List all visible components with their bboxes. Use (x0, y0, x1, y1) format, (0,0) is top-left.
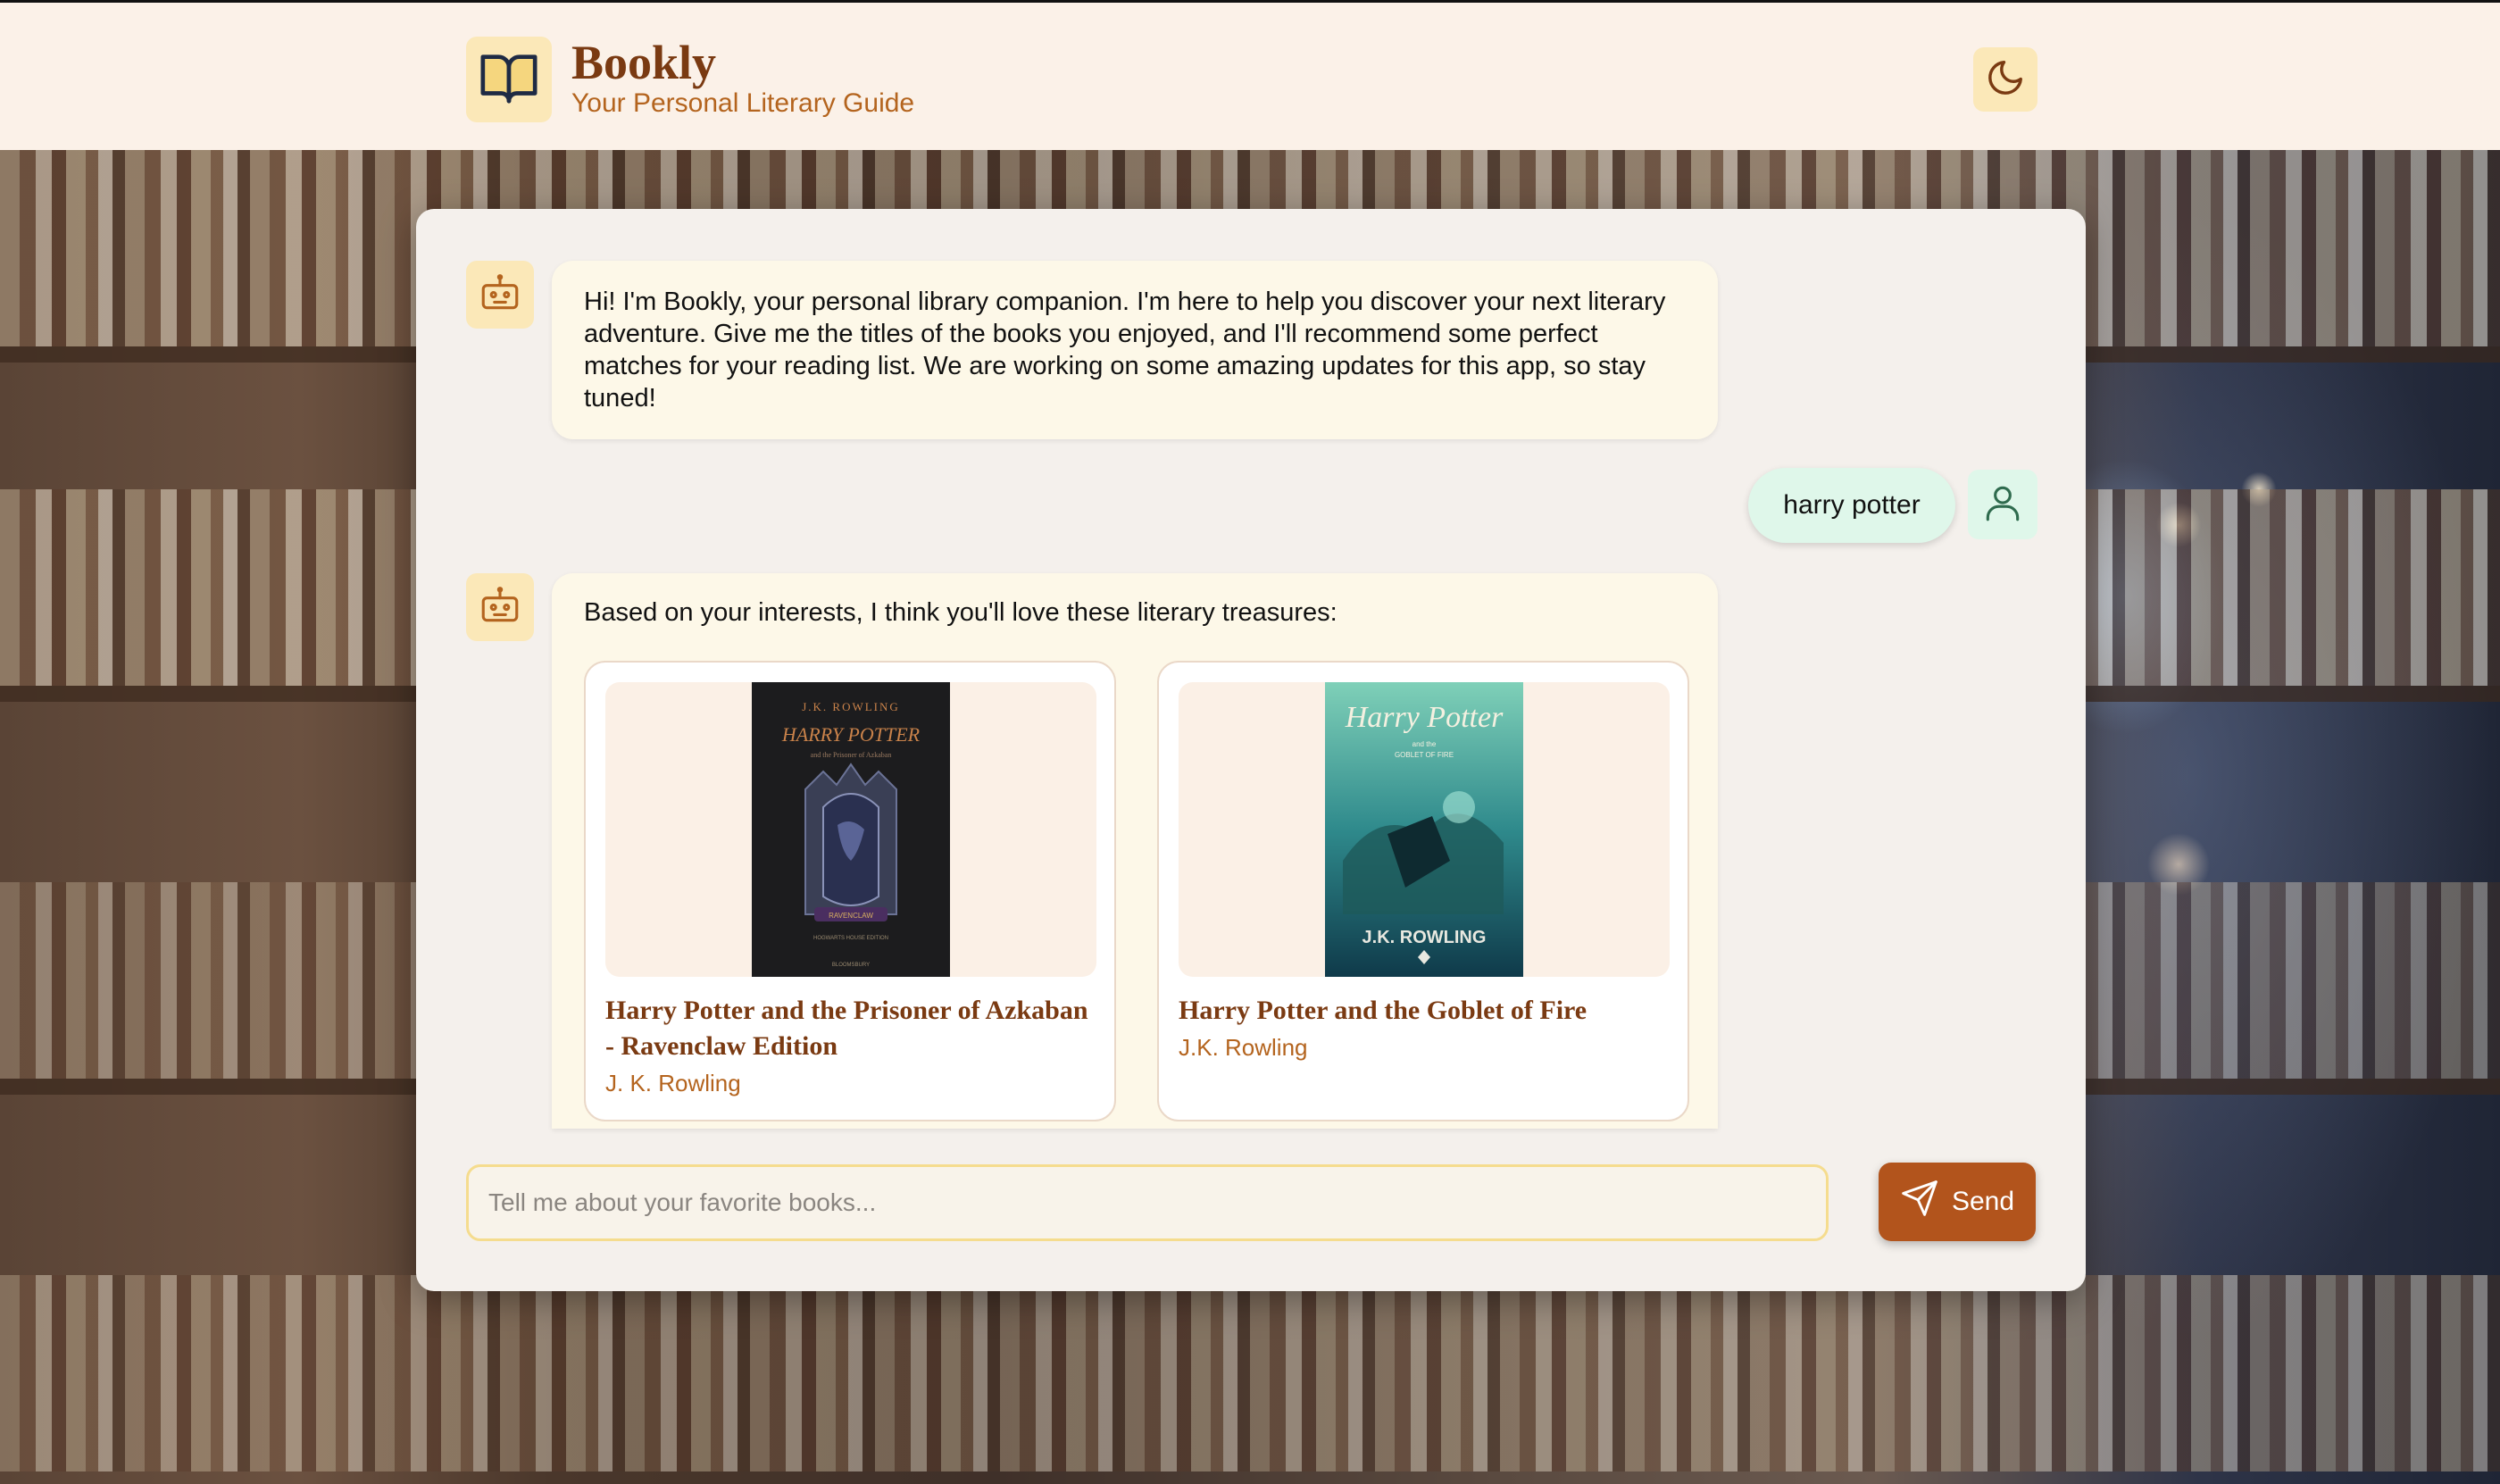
book-cover-image: J.K. ROWLING HARRY POTTER and the Prison… (752, 682, 950, 977)
bot-message-text: Hi! I'm Bookly, your personal library co… (584, 288, 1666, 413)
cover-edition: HOGWARTS HOUSE EDITION (813, 936, 888, 941)
brand-name: Bookly (571, 36, 717, 89)
book-title: Harry Potter and the Prisoner of Azkaban… (605, 996, 1088, 1061)
user-message-text: harry potter (1783, 490, 1921, 520)
app-header: Bookly Your Personal Literary Guide (0, 0, 2500, 150)
book-title: Harry Potter and the Goblet of Fire (1179, 996, 1588, 1025)
book-card[interactable]: J.K. ROWLING HARRY POTTER and the Prison… (584, 661, 1116, 1121)
theme-toggle-button[interactable] (1973, 47, 2038, 112)
cover-author: J.K. ROWLING (802, 700, 900, 713)
cover-author: J.K. ROWLING (1362, 928, 1487, 947)
message-input[interactable] (466, 1164, 1829, 1241)
cover-subtitle: and the Prisoner of Azkaban (811, 751, 892, 759)
book-author: J. K. Rowling (605, 1070, 741, 1096)
bot-avatar (466, 573, 534, 641)
book-card[interactable]: Harry Potter and the GOBLET OF FIRE J.K.… (1157, 661, 1689, 1121)
robot-icon (478, 271, 522, 320)
user-avatar (1968, 470, 2038, 539)
brand-tagline: Your Personal Literary Guide (571, 88, 915, 118)
bot-message-bubble: Hi! I'm Bookly, your personal library co… (552, 261, 1718, 439)
cover-house: RAVENCLAW (829, 912, 873, 920)
send-button-label: Send (1951, 1187, 2015, 1216)
cover-subtitle-2: GOBLET OF FIRE (1395, 751, 1454, 759)
cover-title: Harry Potter (1345, 701, 1504, 734)
bot-avatar (466, 261, 534, 329)
book-cover-frame: Harry Potter and the GOBLET OF FIRE J.K.… (1179, 682, 1670, 977)
moon-icon (1985, 57, 2026, 103)
robot-icon (478, 583, 522, 632)
user-message-bubble: harry potter (1748, 468, 1955, 543)
book-cover-frame: J.K. ROWLING HARRY POTTER and the Prison… (605, 682, 1096, 977)
logo (466, 37, 552, 122)
cover-publisher: BLOOMSBURY (832, 963, 870, 968)
send-button[interactable]: Send (1879, 1163, 2036, 1241)
chat-panel: Hi! I'm Bookly, your personal library co… (416, 209, 2086, 1291)
paper-plane-icon (1900, 1179, 1939, 1225)
user-icon (1980, 480, 2025, 529)
bot-recommendation-bubble: Based on your interests, I think you'll … (552, 573, 1718, 1129)
book-author: J.K. Rowling (1179, 1034, 1308, 1061)
bot-message-text: Based on your interests, I think you'll … (584, 598, 1338, 627)
cover-title: HARRY POTTER (781, 723, 921, 746)
cover-subtitle: and the (1412, 740, 1437, 748)
book-cover-image: Harry Potter and the GOBLET OF FIRE J.K.… (1325, 682, 1523, 977)
open-book-icon (478, 46, 540, 113)
